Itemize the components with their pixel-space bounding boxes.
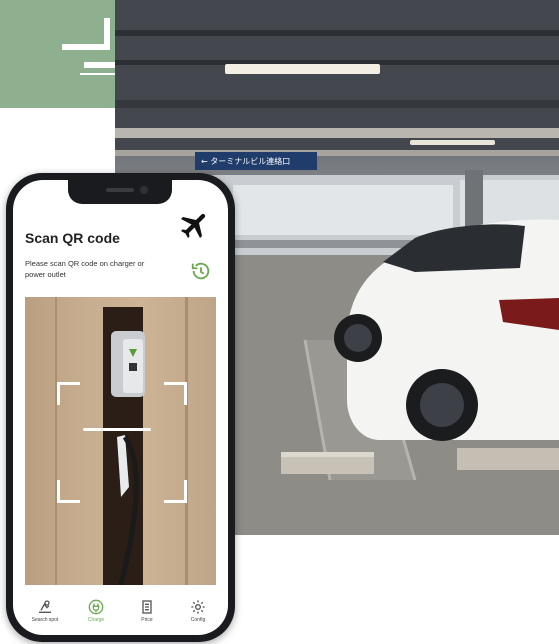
scan-corner-top-right [164,382,187,405]
airplane-icon[interactable] [178,208,212,242]
instruction-text: Please scan QR code on charger or power … [25,259,145,279]
tab-charge[interactable]: Charge [71,593,121,635]
tab-label: Price [141,617,153,623]
tab-search-spot[interactable]: Search spot [20,593,70,635]
scan-line [83,428,151,431]
tab-config[interactable]: Config [173,593,223,635]
qr-camera-view[interactable] [25,297,216,585]
tab-label: Charge [87,617,105,623]
front-camera-icon [140,186,148,194]
phone-mockup: Scan QR code Please scan QR code on char… [6,173,235,642]
scan-corner-bottom-right [164,480,187,503]
scan-corner-bottom-left [57,480,80,503]
receipt-icon [142,600,152,614]
history-icon[interactable] [190,260,212,282]
tab-price[interactable]: Price [122,593,172,635]
direction-sign-text: ← ターミナルビル連絡口 [201,156,290,166]
scan-corner-top-left [57,382,80,405]
gear-icon [191,600,205,614]
plug-icon [88,599,104,615]
page-title: Scan QR code [25,230,120,246]
app-screen: Scan QR code Please scan QR code on char… [13,180,228,635]
phone-notch [68,180,172,204]
tab-label: Config [190,617,206,623]
bottom-tab-bar: Search spot Charge Price Config [13,593,228,635]
charger-scene [55,297,188,585]
speaker-icon [106,188,134,192]
tab-label: Search spot [31,617,59,623]
map-pin-icon [39,600,51,613]
